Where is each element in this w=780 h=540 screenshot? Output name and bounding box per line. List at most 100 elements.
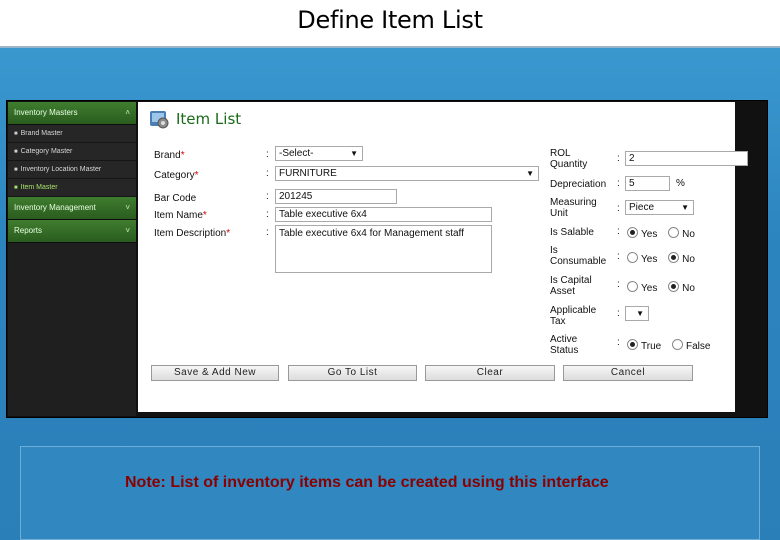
sidebar-item-inventory-location-master[interactable]: ■ Inventory Location Master [8, 161, 136, 179]
barcode-label: Bar Code [154, 193, 197, 204]
save-add-new-button[interactable]: Save & Add New [151, 365, 279, 381]
app-screenshot: Inventory Masters ˄ ■ Brand Master ■ Categ… [6, 100, 768, 418]
dropdown-arrow-icon: ▼ [636, 309, 644, 318]
is-consumable-radio-group: Yes No [627, 252, 703, 265]
barcode-input[interactable]: 201245 [275, 189, 397, 204]
colon: : [266, 191, 269, 202]
go-to-list-button[interactable]: Go To List [288, 365, 417, 381]
is-capital-asset-yes-radio[interactable]: Yes [627, 281, 658, 294]
is-salable-label: Is Salable [550, 227, 594, 238]
category-select-value: FURNITURE [279, 168, 337, 179]
depreciation-label: Depreciation [550, 179, 607, 190]
sidebar-item-label: Inventory Location Master [20, 166, 102, 173]
dropdown-arrow-icon: ▼ [350, 149, 358, 158]
sidebar-item-brand-master[interactable]: ■ Brand Master [8, 125, 136, 143]
radio-selected-icon [627, 339, 638, 350]
chevron-down-icon: ˅ [125, 203, 130, 212]
active-status-false-radio[interactable]: False [671, 339, 711, 352]
dropdown-arrow-icon: ▼ [526, 169, 534, 178]
is-salable-no-radio[interactable]: No [668, 227, 695, 240]
required-marker: * [180, 150, 185, 161]
note-box: Note: List of inventory items can be cre… [20, 446, 760, 540]
radio-label: Yes [641, 283, 658, 294]
colon: : [266, 168, 269, 179]
is-consumable-label: Is Consumable [550, 245, 607, 267]
brand-label-text: Brand [154, 150, 181, 161]
is-consumable-yes-radio[interactable]: Yes [627, 252, 658, 265]
radio-label: False [685, 341, 711, 352]
required-marker: * [194, 170, 199, 181]
clear-button[interactable]: Clear [425, 365, 555, 381]
colon: : [617, 226, 620, 237]
active-status-true-radio[interactable]: True [627, 339, 662, 352]
category-label: Category* [154, 170, 198, 181]
sidebar-section-label: Inventory Management [14, 203, 96, 212]
is-salable-yes-radio[interactable]: Yes [627, 227, 658, 240]
sidebar-item-item-master[interactable]: ■ Item Master [8, 179, 136, 197]
applicable-tax-select[interactable]: ▼ [625, 306, 649, 321]
item-name-label-text: Item Name [154, 210, 203, 221]
sidebar-section-label: Inventory Masters [14, 108, 78, 117]
list-bullet-icon: ■ [14, 185, 18, 191]
colon: : [266, 209, 269, 220]
chevron-down-icon: ˅ [125, 226, 130, 235]
main-panel: Item List Brand* : -Select- ▼ Category* :… [138, 102, 748, 412]
colon: : [617, 251, 620, 262]
item-description-label-text: Item Description [154, 228, 227, 239]
radio-label: No [682, 229, 695, 240]
sidebar: Inventory Masters ˄ ■ Brand Master ■ Categ… [8, 102, 136, 416]
item-name-input[interactable]: Table executive 6x4 [275, 207, 492, 222]
brand-select[interactable]: -Select- ▼ [275, 146, 363, 161]
brand-label: Brand* [154, 150, 185, 161]
colon: : [617, 337, 620, 348]
sidebar-section-inventory-masters[interactable]: Inventory Masters ˄ [8, 102, 136, 125]
radio-selected-icon [668, 281, 680, 292]
cancel-button[interactable]: Cancel [563, 365, 693, 381]
colon: : [617, 279, 620, 290]
colon: : [266, 149, 269, 160]
required-marker: * [202, 210, 207, 221]
slide-title-bar: Define Item List [0, 0, 780, 48]
brand-select-value: -Select- [279, 148, 314, 159]
sidebar-item-label: Brand Master [20, 130, 63, 137]
item-description-textarea[interactable]: Table executive 6x4 for Management staff [275, 225, 492, 273]
radio-selected-icon [668, 252, 680, 263]
panel-title: Item List [176, 110, 242, 128]
sidebar-item-label: Item Master [20, 184, 58, 191]
percent-unit: % [676, 178, 685, 189]
depreciation-input[interactable]: 5 [625, 176, 670, 191]
is-consumable-no-radio[interactable]: No [668, 252, 695, 265]
radio-label: Yes [641, 254, 658, 265]
chevron-up-icon: ˄ [125, 108, 130, 117]
rol-quantity-input[interactable]: 2 [625, 151, 748, 166]
sidebar-item-category-master[interactable]: ■ Category Master [8, 143, 136, 161]
colon: : [617, 153, 620, 164]
radio-label: True [641, 341, 662, 352]
sidebar-section-inventory-management[interactable]: Inventory Management ˅ [8, 197, 136, 220]
sidebar-section-reports[interactable]: Reports ˅ [8, 220, 136, 243]
radio-label: Yes [641, 229, 658, 240]
category-label-text: Category [154, 170, 195, 181]
item-description-label: Item Description* [154, 228, 230, 239]
radio-label: No [682, 283, 695, 294]
is-capital-asset-radio-group: Yes No [627, 281, 703, 294]
active-status-radio-group: True False [627, 339, 718, 352]
list-bullet-icon: ■ [14, 149, 18, 155]
measuring-unit-label: Measuring Unit [550, 197, 597, 219]
note-text: Note: List of inventory items can be cre… [125, 474, 609, 491]
radio-selected-icon [627, 227, 638, 238]
radio-unselected-icon [668, 227, 680, 238]
active-status-label: Active Status [550, 334, 579, 356]
item-name-label: Item Name* [154, 210, 207, 221]
measuring-unit-select[interactable]: Piece ▼ [625, 200, 694, 215]
radio-label: No [682, 254, 695, 265]
category-select[interactable]: FURNITURE ▼ [275, 166, 539, 181]
sidebar-item-label: Category Master [20, 148, 73, 155]
radio-unselected-icon [627, 281, 638, 292]
is-capital-asset-no-radio[interactable]: No [668, 281, 695, 294]
dropdown-arrow-icon: ▼ [681, 203, 689, 212]
radio-unselected-icon [671, 339, 683, 350]
gear-icon [150, 111, 169, 129]
colon: : [266, 227, 269, 238]
list-bullet-icon: ■ [14, 131, 18, 137]
